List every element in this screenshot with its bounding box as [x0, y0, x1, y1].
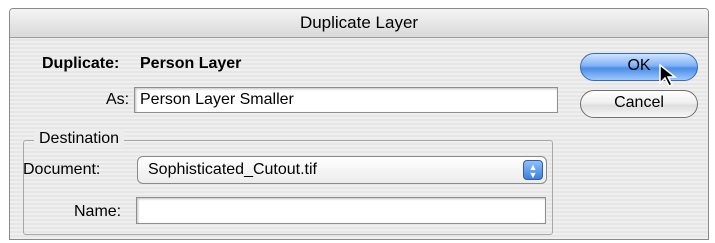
document-popup[interactable]: Sophisticated_Cutout.tif ▲ ▼ [137, 156, 547, 184]
updown-arrows-icon: ▲ ▼ [523, 160, 543, 180]
duplicate-value: Person Layer [140, 55, 242, 72]
cancel-button[interactable]: Cancel [580, 90, 698, 118]
name-field[interactable] [136, 197, 546, 224]
duplicate-layer-dialog: Duplicate Layer Duplicate: Person Layer … [9, 8, 709, 240]
as-field[interactable] [134, 87, 558, 113]
as-label: As: [106, 91, 130, 108]
ok-button[interactable]: OK [580, 53, 698, 81]
name-label: Name: [74, 203, 122, 220]
destination-legend: Destination [34, 130, 125, 148]
document-popup-value: Sophisticated_Cutout.tif [148, 161, 317, 178]
mouse-pointer-icon [659, 63, 678, 88]
dialog-title: Duplicate Layer [10, 9, 708, 38]
document-label: Document: [23, 161, 101, 178]
duplicate-label: Duplicate: [42, 55, 120, 72]
